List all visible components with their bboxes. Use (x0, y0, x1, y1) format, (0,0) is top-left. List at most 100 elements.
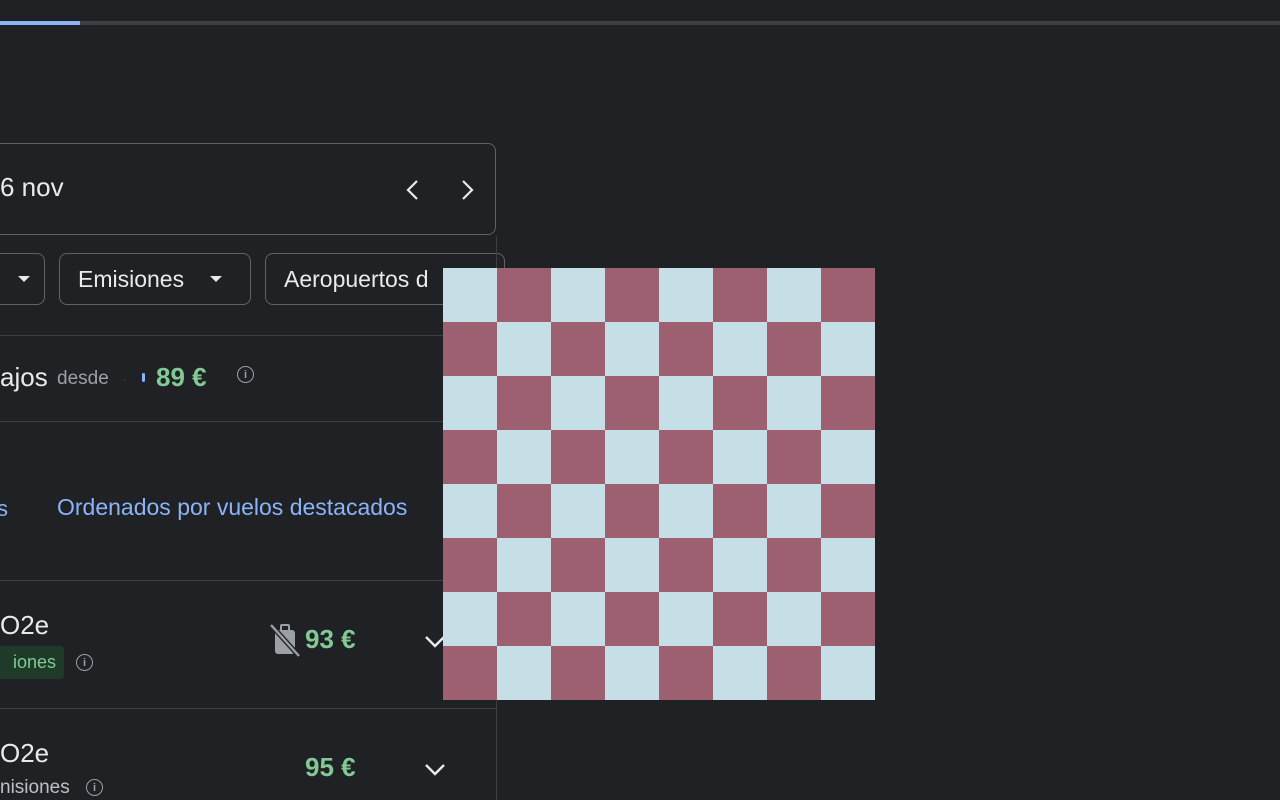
checker-square (713, 646, 767, 700)
flight-price: 93 € (305, 624, 356, 654)
lowest-price: 89 € (156, 362, 207, 392)
checker-square (767, 376, 821, 430)
checker-square (551, 538, 605, 592)
chevron-down-icon (425, 764, 445, 776)
checker-square (551, 484, 605, 538)
from-label: desde (57, 368, 109, 389)
checker-square (767, 322, 821, 376)
checker-square (821, 322, 875, 376)
checker-square (443, 268, 497, 322)
divider (0, 580, 496, 581)
checker-square (443, 484, 497, 538)
checker-square (443, 376, 497, 430)
checker-square (497, 484, 551, 538)
checker-square (713, 538, 767, 592)
checker-square (821, 268, 875, 322)
info-icon[interactable]: i (237, 366, 254, 383)
checker-square (767, 592, 821, 646)
checker-square (767, 430, 821, 484)
checker-square (605, 646, 659, 700)
progress-bar (0, 21, 1280, 25)
checker-square (713, 484, 767, 538)
checker-square (659, 376, 713, 430)
info-icon[interactable]: i (86, 779, 103, 796)
checker-square (551, 592, 605, 646)
checker-square (767, 484, 821, 538)
emissions-badge: iones (0, 646, 64, 679)
checker-square (821, 376, 875, 430)
chevron-right-icon (462, 180, 474, 200)
sort-link[interactable]: Ordenados por vuelos destacados (57, 494, 407, 521)
divider (0, 335, 496, 336)
checker-square (497, 538, 551, 592)
divider (0, 421, 496, 422)
checker-square (605, 376, 659, 430)
checker-square (659, 268, 713, 322)
checker-square (659, 484, 713, 538)
checker-square (551, 322, 605, 376)
date-text: 6 nov (0, 172, 64, 202)
chip-label: Aeropuertos d (284, 265, 429, 292)
checker-square (659, 322, 713, 376)
checker-square (713, 592, 767, 646)
checker-square (443, 646, 497, 700)
checker-square (497, 268, 551, 322)
checker-square (659, 646, 713, 700)
chip-label: Emisiones (78, 265, 185, 292)
co2-value: O2e (0, 610, 50, 640)
checker-square (605, 430, 659, 484)
no-carry-on-bag-icon (268, 622, 302, 663)
checker-square (605, 484, 659, 538)
checker-square (497, 592, 551, 646)
info-icon[interactable]: i (76, 654, 93, 671)
checker-square (443, 322, 497, 376)
checker-square (551, 430, 605, 484)
checker-square (605, 322, 659, 376)
filter-chip-previous[interactable] (0, 253, 45, 305)
checker-square (767, 538, 821, 592)
next-date-button[interactable] (449, 172, 485, 208)
price-indicator (142, 373, 145, 382)
caret-down-icon (210, 276, 223, 282)
sort-fragment: s (0, 496, 8, 521)
flight-price: 95 € (305, 752, 356, 782)
section-title: ajos (0, 362, 48, 392)
checker-square (605, 268, 659, 322)
checker-square (767, 646, 821, 700)
checker-square (659, 592, 713, 646)
checker-square (821, 592, 875, 646)
checker-square (713, 322, 767, 376)
checker-square (605, 592, 659, 646)
checker-square (713, 430, 767, 484)
checker-square (821, 484, 875, 538)
checker-square (497, 646, 551, 700)
filter-chip-emissions[interactable]: Emisiones (59, 253, 251, 305)
checker-square (497, 430, 551, 484)
previous-date-button[interactable] (395, 172, 431, 208)
checker-square (551, 268, 605, 322)
checker-square (497, 376, 551, 430)
checker-square (551, 646, 605, 700)
checker-square (605, 538, 659, 592)
checker-square (443, 430, 497, 484)
checker-square (821, 430, 875, 484)
checker-square (821, 646, 875, 700)
expand-button[interactable] (420, 754, 450, 784)
chevron-left-icon (406, 180, 418, 200)
checker-square (767, 268, 821, 322)
checker-square (713, 376, 767, 430)
checker-square (821, 538, 875, 592)
caret-down-icon (18, 276, 30, 282)
separator: · (123, 375, 127, 386)
checker-square (443, 538, 497, 592)
checker-square (497, 322, 551, 376)
checker-square (443, 592, 497, 646)
divider (0, 708, 496, 709)
checker-square (659, 538, 713, 592)
co2-value: O2e (0, 738, 50, 768)
emissions-text: nisiones (0, 777, 70, 798)
checkerboard-overlay (443, 268, 875, 700)
checker-square (659, 430, 713, 484)
checker-square (713, 268, 767, 322)
checker-square (551, 376, 605, 430)
